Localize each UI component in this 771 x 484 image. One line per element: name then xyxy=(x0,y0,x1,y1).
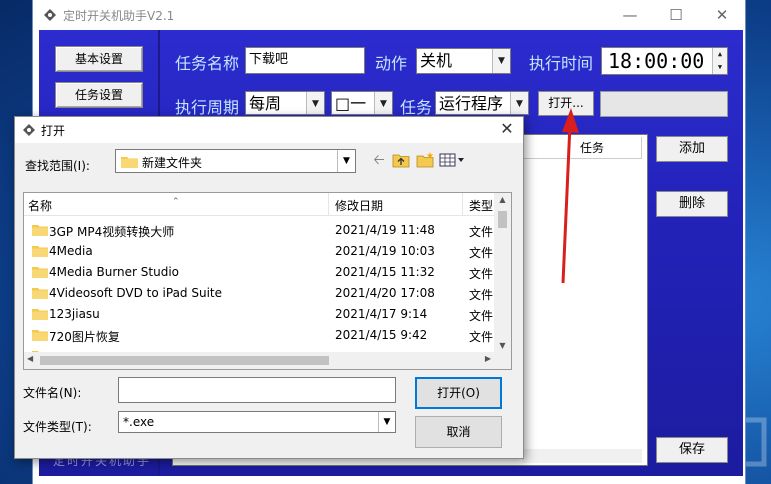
red-annotation-arrow xyxy=(561,108,579,284)
